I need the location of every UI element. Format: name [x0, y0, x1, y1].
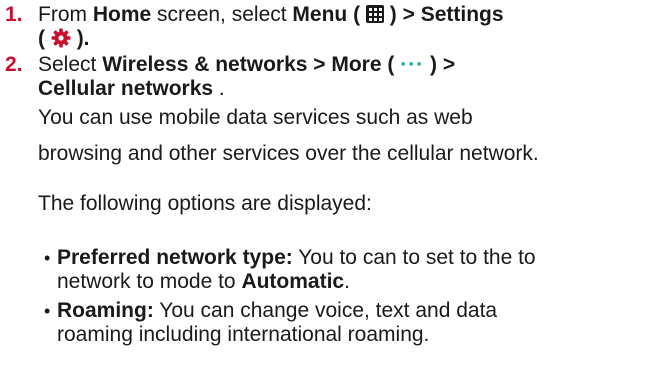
bullet-label: Preferred network type:	[57, 246, 293, 269]
paren-open: (	[38, 27, 45, 50]
more-dots-icon: ···	[400, 53, 425, 76]
menu-label: Menu (	[292, 3, 361, 26]
bullet-1-line-1: Preferred network type: You to can to se…	[57, 246, 536, 270]
gear-icon	[51, 28, 71, 48]
path-separator: ) >	[430, 53, 456, 76]
bullet-2-line-2: roaming including international roaming.	[57, 323, 430, 346]
automatic-label: Automatic	[241, 270, 345, 293]
bullet-text: You to can to set to the to	[292, 246, 536, 269]
document: 1. From Home screen, select Menu ( ) > S…	[0, 0, 663, 366]
step-1-number: 1.	[5, 3, 23, 26]
bullet-text: You can change voice, text and data	[153, 299, 498, 322]
step-2-text: Select	[38, 53, 103, 76]
step-1-text: screen, select	[151, 3, 293, 26]
step-2-number: 2.	[5, 53, 23, 76]
step-1-text: From	[38, 3, 93, 26]
menu-grid-icon	[365, 5, 384, 23]
step-2-line-1: Select Wireless & networks > More ( ··· …	[38, 53, 455, 77]
paragraph-line: browsing and other services over the cel…	[38, 142, 539, 165]
step-2-line-2: Cellular networks .	[38, 77, 225, 101]
bullet-label: Roaming:	[57, 299, 154, 322]
settings-path: Wireless & networks > More (	[102, 53, 395, 76]
bullet-dot: •	[44, 301, 51, 321]
settings-label: ) > Settings	[389, 3, 504, 26]
bullet-dot: •	[44, 248, 51, 268]
paragraph-line: You can use mobile data services such as…	[38, 106, 473, 129]
bullet-1-line-2: network to mode to Automatic.	[57, 270, 350, 294]
step-1-line-2: ( ).	[38, 27, 90, 51]
paragraph-options-intro: The following options are displayed:	[38, 192, 372, 215]
period: .	[213, 77, 225, 100]
step-1-line-1: From Home screen, select Menu ( ) > Sett…	[38, 3, 504, 27]
paren-close: ).	[76, 27, 90, 50]
cellular-networks-label: Cellular networks	[38, 77, 214, 100]
home-label: Home	[92, 3, 152, 26]
period: .	[344, 270, 350, 293]
bullet-2-line-1: Roaming: You can change voice, text and …	[57, 299, 497, 323]
bullet-text: network to mode to	[57, 270, 242, 293]
